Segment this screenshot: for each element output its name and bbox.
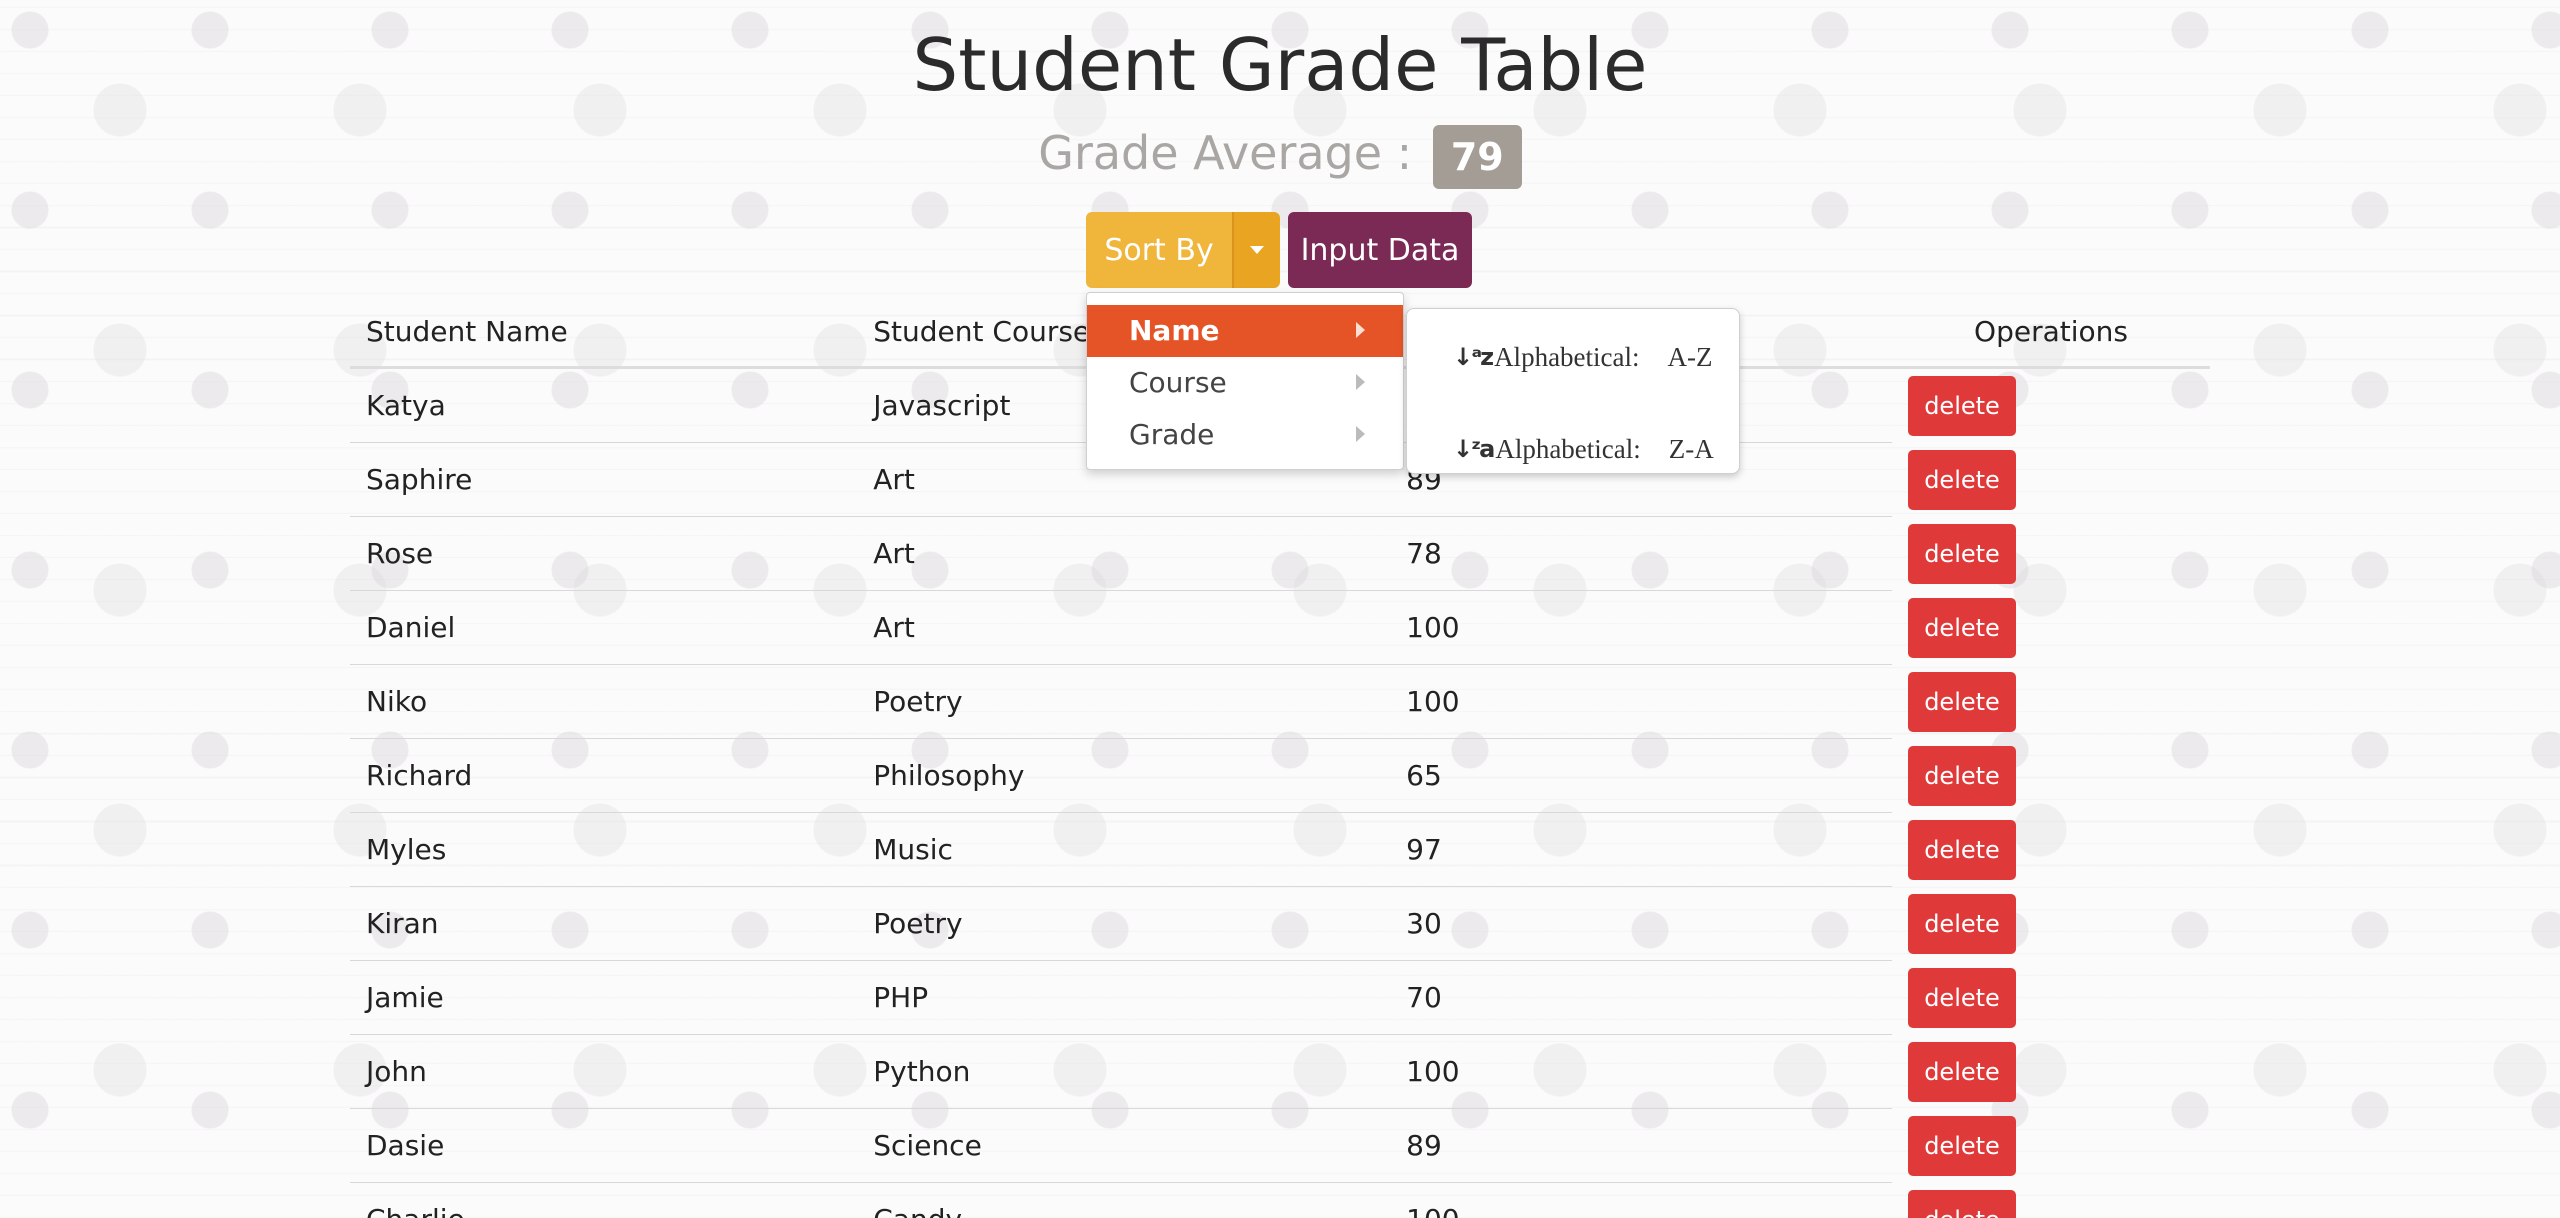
cell-student-grade: 78 xyxy=(1390,516,1892,591)
sort-by-button[interactable]: Sort By xyxy=(1086,212,1232,288)
cell-student-name: Daniel xyxy=(350,590,858,665)
table-row: Rose Art 78 delete xyxy=(350,516,2210,591)
cell-student-grade: 97 xyxy=(1390,812,1892,887)
cell-operations: delete xyxy=(1892,1109,2210,1183)
menu-item-name[interactable]: Name xyxy=(1087,305,1403,357)
table-row: Niko Poetry 100 delete xyxy=(350,664,2210,739)
submenu-order: Z-A xyxy=(1668,433,1714,464)
cell-student-name: Dasie xyxy=(350,1108,858,1183)
menu-item-label: Course xyxy=(1129,366,1227,399)
sort-by-menu: Name Course Grade xyxy=(1086,292,1404,470)
table-row: Richard Philosophy 65 delete xyxy=(350,738,2210,813)
sort-ascending-icon: ↓ᵃz xyxy=(1453,343,1494,371)
delete-button[interactable]: delete xyxy=(1908,523,2016,584)
sort-alphabetical-a-z[interactable]: ↓ᵃz Alphabetical: A-Z xyxy=(1407,321,1739,393)
name-sort-submenu: ↓ᵃz Alphabetical: A-Z ↓ᶻa Alphabetical: … xyxy=(1406,308,1740,474)
toolbar: Sort By Input Data xyxy=(1086,212,1472,288)
cell-student-name: Jamie xyxy=(350,960,858,1035)
cell-student-grade: 65 xyxy=(1390,738,1892,813)
cell-student-course: Art xyxy=(857,516,1391,591)
cell-student-grade: 100 xyxy=(1390,664,1892,739)
header-operations: Operations xyxy=(1892,296,2210,369)
page-title: Student Grade Table xyxy=(912,23,1648,107)
cell-operations: delete xyxy=(1892,813,2210,887)
table-row: CharlieCandy100 delete xyxy=(350,1182,2210,1218)
table-row: John Python 100 delete xyxy=(350,1034,2210,1109)
cell-operations: delete xyxy=(1892,443,2210,517)
cell-student-name: Richard xyxy=(350,738,858,813)
grade-average-label: Grade Average : xyxy=(1038,126,1413,180)
table-row: Myles Music 97 delete xyxy=(350,812,2210,887)
cell-operations: delete xyxy=(1892,517,2210,591)
cell-operations: delete xyxy=(1892,887,2210,961)
sort-descending-icon: ↓ᶻa xyxy=(1453,435,1495,463)
cell-student-name: Niko xyxy=(350,664,858,739)
cell-student-name: Katya xyxy=(350,367,858,443)
table-row: Daniel Art 100 delete xyxy=(350,590,2210,665)
grade-average-badge: 79 xyxy=(1432,124,1522,189)
cell-student-grade: 100 xyxy=(1390,590,1892,665)
cell-student-name: Rose xyxy=(350,516,858,591)
header-student-name[interactable]: Student Name xyxy=(350,296,858,369)
sort-by-toggle[interactable] xyxy=(1232,212,1280,288)
delete-button[interactable]: delete xyxy=(1908,1189,2016,1218)
sort-by-dropdown: Sort By xyxy=(1086,212,1280,288)
chevron-right-icon xyxy=(1356,426,1365,442)
cell-student-name: Saphire xyxy=(350,442,858,517)
cell-student-course: Science xyxy=(857,1108,1391,1183)
chevron-right-icon xyxy=(1356,322,1365,338)
cell-student-course: Poetry xyxy=(857,664,1391,739)
submenu-order: A-Z xyxy=(1667,341,1713,372)
delete-button[interactable]: delete xyxy=(1908,375,2016,436)
input-data-button[interactable]: Input Data xyxy=(1288,212,1472,288)
submenu-label: Alphabetical: xyxy=(1494,341,1640,372)
delete-button[interactable]: delete xyxy=(1908,893,2016,954)
cell-operations: delete xyxy=(1892,665,2210,739)
cell-student-name: Myles xyxy=(350,812,858,887)
menu-item-label: Name xyxy=(1129,314,1220,347)
table-row: Kiran Poetry 30 delete xyxy=(350,886,2210,961)
menu-item-grade[interactable]: Grade xyxy=(1087,409,1403,461)
cell-student-name: John xyxy=(350,1034,858,1109)
cell-student-grade: 70 xyxy=(1390,960,1892,1035)
cell-operations: delete xyxy=(1892,739,2210,813)
cell-operations: delete xyxy=(1892,1183,2210,1218)
delete-button[interactable]: delete xyxy=(1908,967,2016,1028)
submenu-label: Alphabetical: xyxy=(1495,433,1641,464)
menu-item-course[interactable]: Course xyxy=(1087,357,1403,409)
delete-button[interactable]: delete xyxy=(1908,1041,2016,1102)
delete-button[interactable]: delete xyxy=(1908,745,2016,806)
cell-student-grade: 100 xyxy=(1390,1034,1892,1109)
cell-student-course: Music xyxy=(857,812,1391,887)
delete-button[interactable]: delete xyxy=(1908,449,2016,510)
cell-student-course: PHP xyxy=(857,960,1391,1035)
table-row: Dasie Science 89 delete xyxy=(350,1108,2210,1183)
table-row: Jamie PHP 70 delete xyxy=(350,960,2210,1035)
cell-student-grade: 100 xyxy=(1390,1182,1892,1218)
sort-alphabetical-z-a[interactable]: ↓ᶻa Alphabetical: Z-A xyxy=(1407,413,1739,485)
cell-student-name: Kiran xyxy=(350,886,858,961)
cell-student-grade: 30 xyxy=(1390,886,1892,961)
delete-button[interactable]: delete xyxy=(1908,1115,2016,1176)
delete-button[interactable]: delete xyxy=(1908,819,2016,880)
cell-student-course: Poetry xyxy=(857,886,1391,961)
cell-operations: delete xyxy=(1892,961,2210,1035)
delete-button[interactable]: delete xyxy=(1908,671,2016,732)
menu-item-label: Grade xyxy=(1129,418,1215,451)
cell-operations: delete xyxy=(1892,1035,2210,1109)
delete-button[interactable]: delete xyxy=(1908,597,2016,658)
chevron-right-icon xyxy=(1356,374,1365,390)
cell-student-course: Art xyxy=(857,590,1391,665)
cell-student-name: Charlie xyxy=(350,1182,858,1218)
cell-operations: delete xyxy=(1892,368,2210,443)
cell-student-course: Philosophy xyxy=(857,738,1391,813)
cell-operations: delete xyxy=(1892,591,2210,665)
grade-average-row: Grade Average : 79 xyxy=(0,120,2560,189)
cell-student-grade: 89 xyxy=(1390,1108,1892,1183)
cell-student-course: Python xyxy=(857,1034,1391,1109)
caret-down-icon xyxy=(1250,246,1264,254)
cell-student-course: Candy xyxy=(857,1182,1391,1218)
